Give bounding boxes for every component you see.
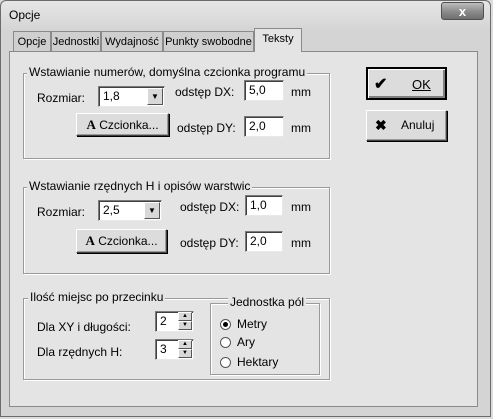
radio-label: Metry [237, 317, 267, 331]
tab-label: Teksty [262, 33, 294, 45]
font-button-label: Czcionka... [99, 118, 159, 132]
dx-label: odstęp DX: [180, 200, 240, 214]
size-label: Rozmiar: [37, 205, 86, 219]
radio-label: Hektary [237, 355, 279, 369]
ok-button-label: OK [412, 77, 431, 92]
ordinates-group [23, 187, 330, 274]
dy-unit: mm [291, 236, 311, 250]
ordinates-dx-input[interactable]: 1,0 [245, 195, 283, 216]
dx-unit: mm [291, 200, 311, 214]
spin-up-icon[interactable]: ▲ [178, 312, 192, 321]
dy-label: odstęp DY: [180, 236, 239, 250]
numbers-size-select[interactable]: 1,8 ▼ [98, 86, 165, 107]
xy-decimals-input[interactable]: 2 ▲ ▼ [155, 311, 194, 332]
numbers-dy-input[interactable]: 2,0 [244, 116, 284, 137]
area-unit-group-legend: Jednostka pól [228, 295, 307, 309]
tab-label: Jednostki [52, 36, 100, 48]
xy-decimals-value: 2 [160, 314, 167, 328]
h-decimals-label: Dla rzędnych H: [37, 345, 123, 359]
check-icon: ✔ [374, 76, 388, 93]
spin-down-icon[interactable]: ▼ [178, 321, 192, 330]
chevron-down-icon[interactable]: ▼ [147, 88, 163, 105]
tab-wydajnosc[interactable]: Wydajność [101, 31, 163, 51]
numbers-dx-input[interactable]: 5,0 [244, 80, 284, 101]
radio-button[interactable] [220, 337, 231, 348]
xy-decimals-spinner[interactable]: ▲ ▼ [178, 312, 192, 331]
ordinates-dx-value: 1,0 [250, 198, 267, 212]
radio-label: Ary [237, 335, 255, 349]
tab-opcje[interactable]: Opcje [13, 31, 51, 51]
tab-teksty[interactable]: Teksty [254, 28, 302, 52]
ordinates-font-button[interactable]: A Czcionka... [76, 229, 167, 253]
font-icon: A [85, 233, 95, 248]
close-button[interactable]: x [441, 2, 484, 20]
radio-button[interactable] [220, 319, 231, 330]
numbers-size-value: 1,8 [103, 89, 120, 103]
cancel-button[interactable]: ✖ Anuluj [366, 110, 447, 141]
ordinates-group-legend: Wstawianie rzędnych H i opisów warstwic [27, 179, 253, 193]
title-bar[interactable]: Opcje x [1, 1, 490, 27]
tab-jednostki[interactable]: Jednostki [51, 31, 101, 51]
tab-label: Opcje [17, 36, 47, 48]
dy-label: odstęp DY: [177, 121, 236, 135]
size-label: Rozmiar: [37, 91, 86, 105]
close-icon: x [458, 4, 467, 19]
numbers-dy-value: 2,0 [249, 119, 266, 133]
numbers-dx-value: 5,0 [249, 83, 266, 97]
spin-down-icon[interactable]: ▼ [178, 349, 192, 358]
tab-label: Wydajność [105, 36, 159, 48]
dx-unit: mm [291, 85, 311, 99]
window-title: Opcje [9, 8, 41, 22]
ordinates-dy-input[interactable]: 2,0 [245, 231, 283, 252]
tab-label: Punkty swobodne [165, 36, 252, 48]
dx-label: odstęp DX: [175, 85, 235, 99]
h-decimals-input[interactable]: 3 ▲ ▼ [155, 339, 194, 360]
cross-icon: ✖ [375, 117, 387, 133]
radio-button[interactable] [220, 357, 231, 368]
ordinates-dy-value: 2,0 [250, 234, 267, 248]
xy-decimals-label: Dla XY i długości: [37, 320, 131, 334]
font-button-label: Czcionka... [98, 234, 158, 248]
numbers-font-button[interactable]: A Czcionka... [76, 113, 169, 136]
ordinates-size-select[interactable]: 2,5 ▼ [98, 200, 162, 221]
tab-punkty-swobodne[interactable]: Punkty swobodne [163, 31, 254, 51]
ok-button[interactable]: ✔ OK [366, 67, 447, 100]
cancel-button-label: Anuluj [401, 118, 435, 132]
font-icon: A [86, 117, 96, 132]
dy-unit: mm [291, 121, 311, 135]
spin-up-icon[interactable]: ▲ [178, 340, 192, 349]
chevron-down-icon[interactable]: ▼ [144, 202, 160, 219]
numbers-group-legend: Wstawianie numerów, domyślna czcionka pr… [27, 65, 308, 79]
decimals-group-legend: Ilość miejsc po przecinku [28, 290, 166, 304]
ordinates-size-value: 2,5 [103, 203, 120, 217]
h-decimals-value: 3 [160, 342, 167, 356]
h-decimals-spinner[interactable]: ▲ ▼ [178, 340, 192, 359]
